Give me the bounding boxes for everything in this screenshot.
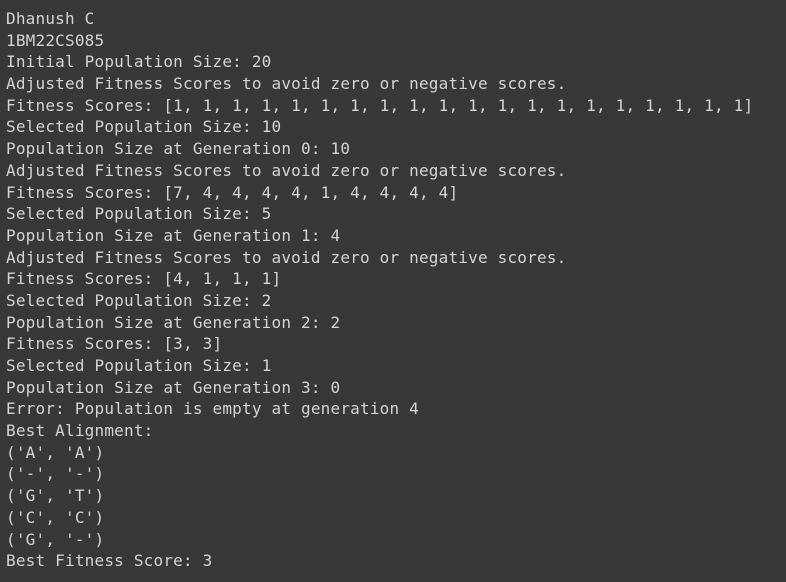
output-line: Dhanush C — [6, 9, 95, 28]
output-line: Adjusted Fitness Scores to avoid zero or… — [6, 74, 567, 94]
output-line: Selected Population Size: 5 — [6, 204, 272, 224]
output-line: Fitness Scores: [1, 1, 1, 1, 1, 1, 1, 1,… — [6, 95, 754, 115]
output-line: ('C', 'C') — [6, 507, 105, 527]
output-line: Population Size at Generation 0: 10 — [6, 139, 351, 159]
output-line: Error: Population is empty at generation… — [6, 399, 419, 419]
output-line: Best Fitness Score: 3 — [6, 551, 213, 571]
output-line: ('-', '-') — [6, 464, 105, 484]
output-line: Fitness Scores: [4, 1, 1, 1] — [6, 269, 282, 289]
output-line: Selected Population Size: 2 — [6, 290, 272, 310]
output-line: 1BM22CS085 — [6, 30, 105, 50]
output-line: ('A', 'A') — [6, 442, 105, 462]
output-line: Selected Population Size: 10 — [6, 117, 282, 137]
output-line: Population Size at Generation 1: 4 — [6, 225, 341, 245]
output-console: Dhanush C 1BM22CS085 Initial Population … — [0, 0, 786, 582]
output-line: Fitness Scores: [3, 3] — [6, 334, 223, 354]
output-line: Fitness Scores: [7, 4, 4, 4, 4, 1, 4, 4,… — [6, 182, 459, 202]
output-line: ('G', '-') — [6, 529, 105, 549]
output-line: Adjusted Fitness Scores to avoid zero or… — [6, 247, 567, 267]
output-line: ('G', 'T') — [6, 486, 105, 506]
output-line: Population Size at Generation 2: 2 — [6, 312, 341, 332]
output-line: Initial Population Size: 20 — [6, 52, 272, 72]
output-line: Best Alignment: — [6, 421, 154, 441]
output-line: Population Size at Generation 3: 0 — [6, 377, 341, 397]
output-line: Adjusted Fitness Scores to avoid zero or… — [6, 160, 567, 180]
output-line: Selected Population Size: 1 — [6, 356, 272, 375]
